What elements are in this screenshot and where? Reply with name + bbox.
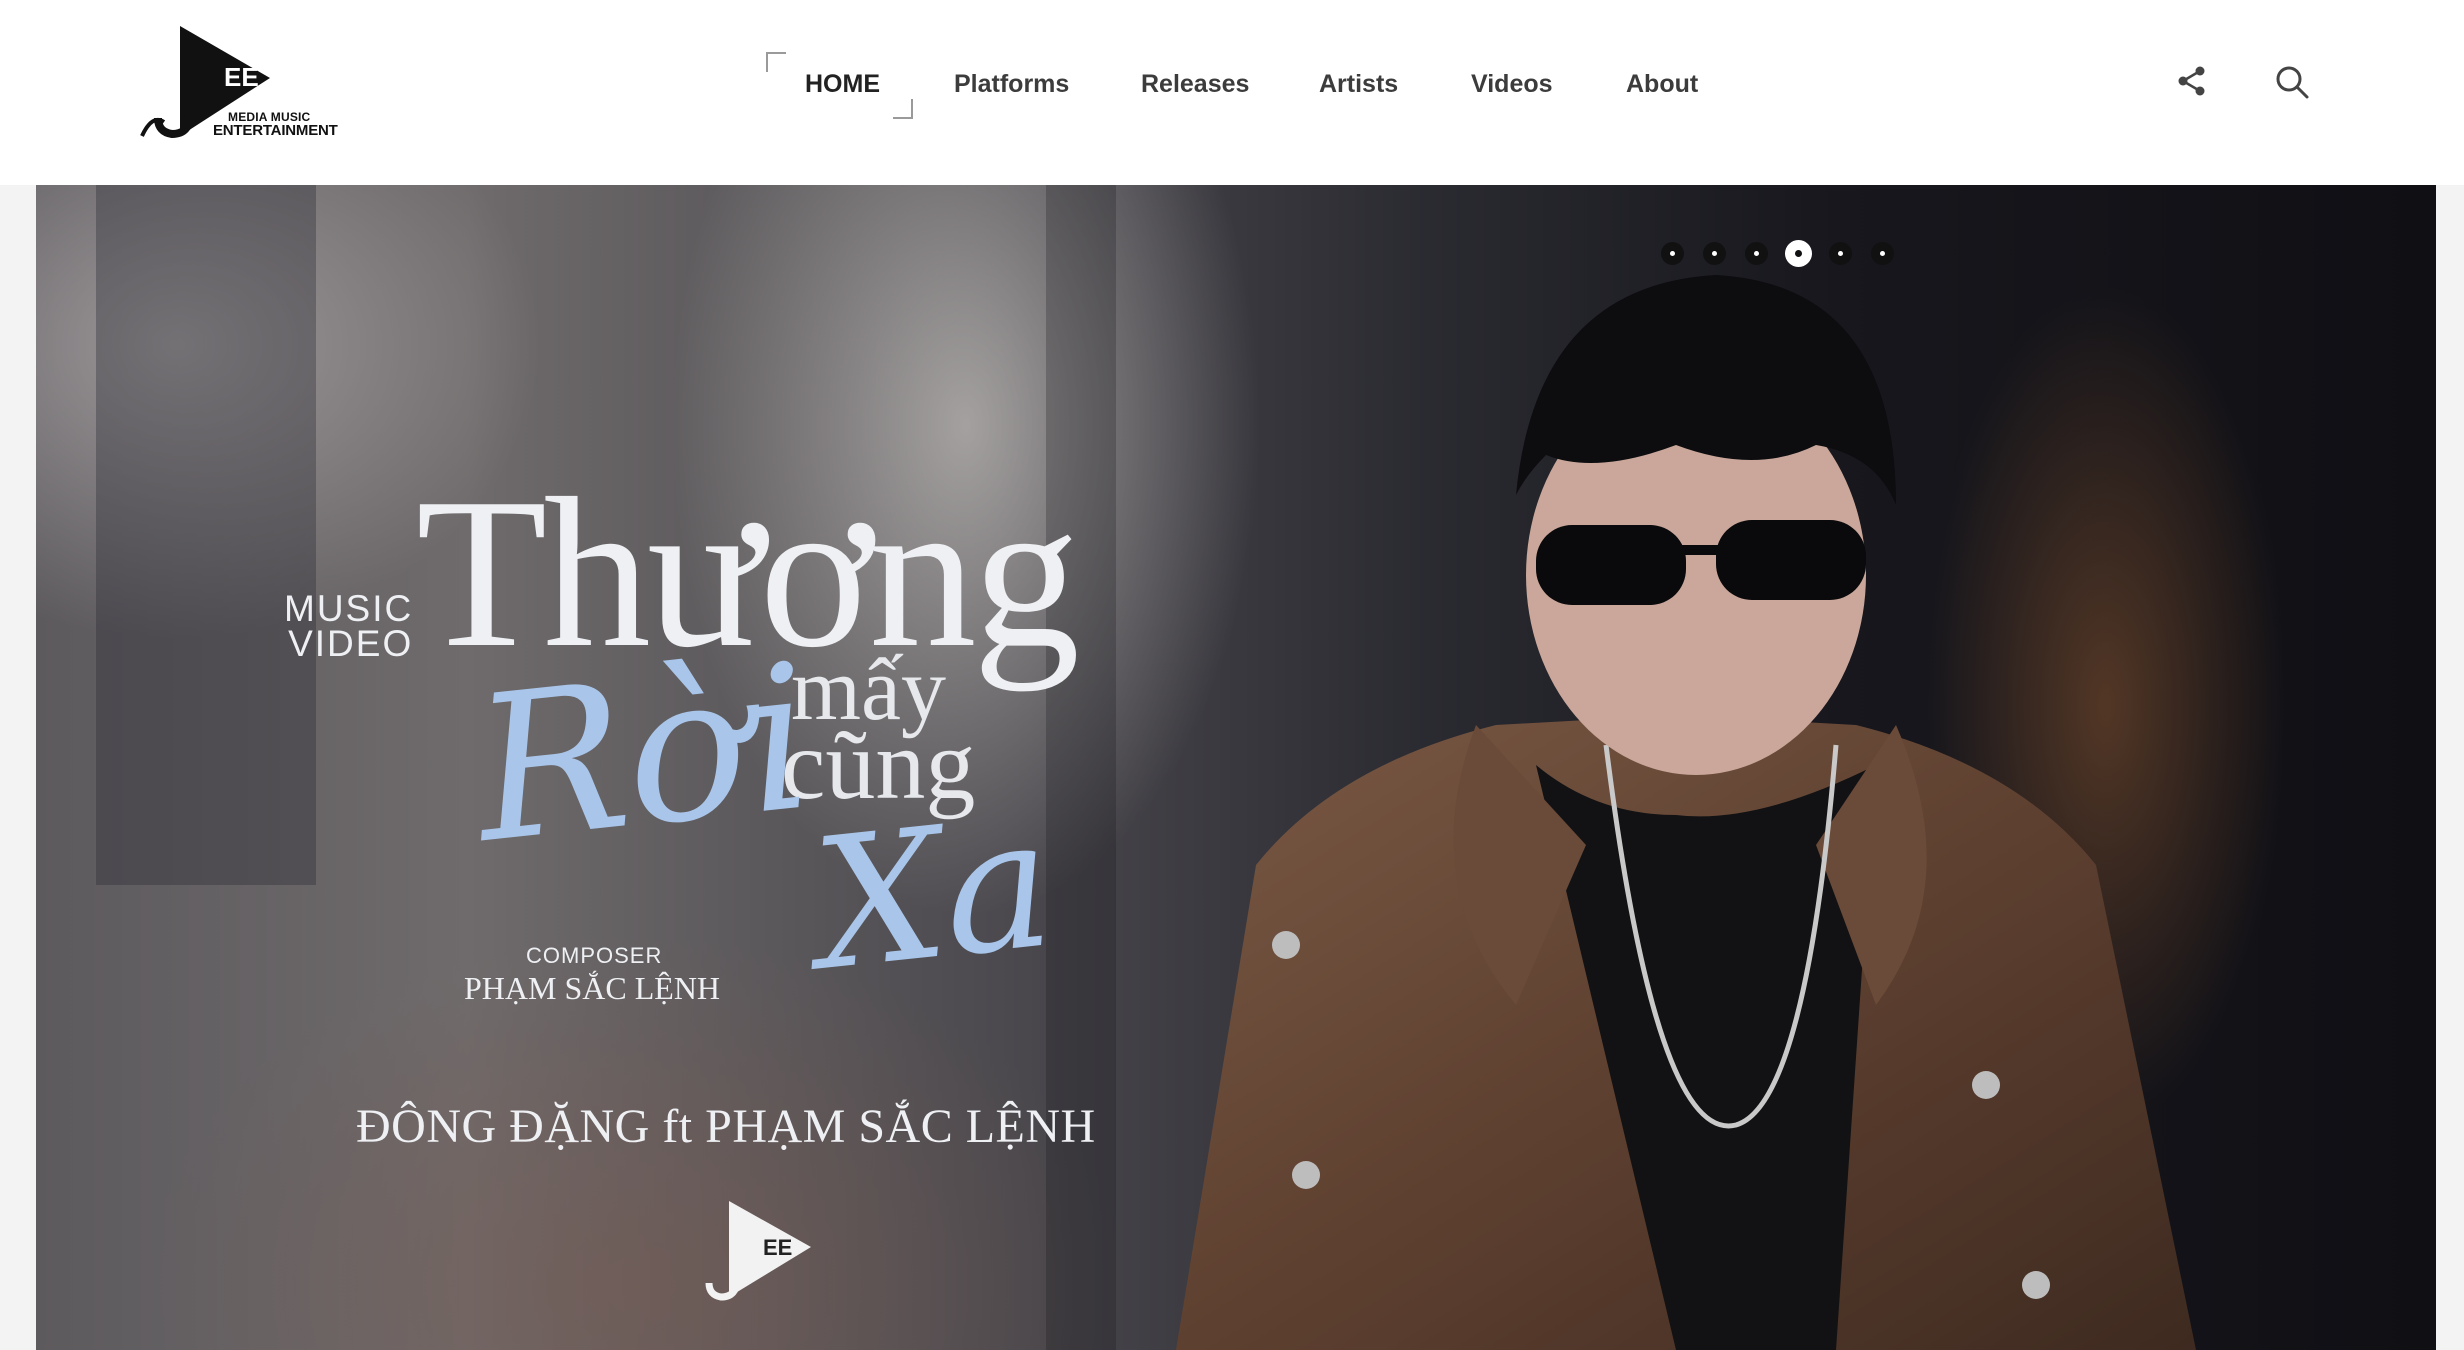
site-header: EE MEDIA MUSIC ENTERTAINMENT HOME Platfo… bbox=[0, 0, 2464, 185]
nav-videos[interactable]: Videos bbox=[1471, 70, 1553, 99]
svg-text:EE: EE bbox=[763, 1235, 792, 1260]
active-bracket-top bbox=[766, 52, 786, 72]
poster-label-text: MUSIC VIDEO bbox=[284, 588, 414, 664]
nav-platforms[interactable]: Platforms bbox=[954, 70, 1069, 99]
nav-releases[interactable]: Releases bbox=[1141, 70, 1249, 99]
share-icon[interactable] bbox=[2175, 64, 2211, 100]
poster-composer-name: PHẠM SẮC LỆNH bbox=[464, 970, 721, 1006]
poster-logo-icon: EE bbox=[705, 1201, 811, 1301]
search-icon[interactable] bbox=[2274, 64, 2310, 100]
poster-artists: ĐÔNG ĐẶNG ft PHẠM SẮC LỆNH bbox=[356, 1100, 1096, 1153]
main-nav: HOME Platforms Releases Artists Videos A… bbox=[0, 0, 2464, 185]
poster-title-script2: Xa bbox=[805, 778, 1062, 1011]
artist-photo bbox=[1176, 275, 2196, 1350]
poster-title-script1: Rời bbox=[464, 621, 823, 888]
background-shape bbox=[1046, 185, 1116, 1350]
active-bracket-bottom bbox=[893, 99, 913, 119]
hero-slider[interactable]: MUSIC VIDEO Thương mấy cũng Rời Xa COMPO… bbox=[36, 185, 2436, 1350]
nav-about[interactable]: About bbox=[1626, 70, 1698, 99]
background-shape bbox=[96, 185, 316, 885]
nav-artists[interactable]: Artists bbox=[1319, 70, 1398, 99]
nav-home[interactable]: HOME bbox=[805, 70, 880, 99]
poster-label: MUSIC VIDEO bbox=[284, 588, 414, 664]
poster-composer-label: COMPOSER bbox=[526, 943, 663, 968]
